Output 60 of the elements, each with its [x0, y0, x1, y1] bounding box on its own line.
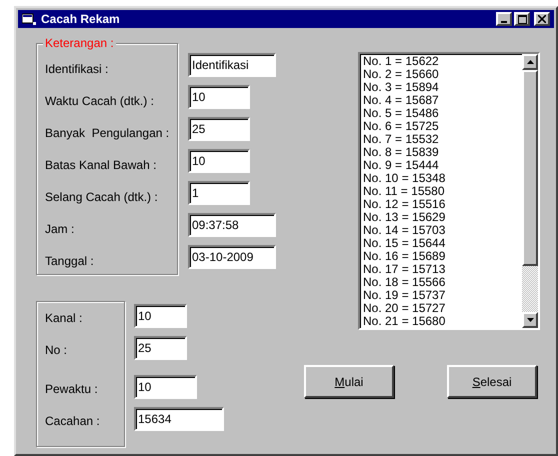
list-item[interactable]: No. 10 = 15348: [363, 172, 522, 185]
input-field[interactable]: 10: [134, 375, 197, 399]
list-item[interactable]: No. 8 = 15839: [363, 146, 522, 159]
input-field[interactable]: 15634: [134, 407, 224, 431]
field-label: Pewaktu :: [45, 382, 98, 396]
input-field[interactable]: 25: [134, 336, 187, 360]
field-label: Selang Cacah (dtk.) :: [45, 190, 158, 204]
group-legend: Keterangan :: [43, 36, 116, 50]
input-field[interactable]: 10: [134, 304, 187, 328]
field-label: Tanggal :: [45, 254, 94, 268]
list-item[interactable]: No. 11 = 15580: [363, 185, 522, 198]
list-item[interactable]: No. 9 = 15444: [363, 159, 522, 172]
list-item[interactable]: No. 12 = 15516: [363, 198, 522, 211]
command-button[interactable]: Selesai: [447, 365, 537, 398]
list-item[interactable]: No. 6 = 15725: [363, 120, 522, 133]
maximize-button[interactable]: [514, 12, 530, 26]
input-field[interactable]: 09:37:58: [188, 213, 276, 237]
field-label: Batas Kanal Bawah :: [45, 158, 156, 172]
up-arrow-icon: [526, 60, 534, 64]
list-item[interactable]: No. 15 = 15644: [363, 237, 522, 250]
list-item[interactable]: No. 3 = 15894: [363, 81, 522, 94]
field-label: Cacahan :: [45, 414, 100, 428]
down-arrow-icon: [526, 318, 534, 322]
field-label: No :: [45, 343, 68, 357]
field-label: Identifikasi :: [45, 62, 108, 76]
window-icon: [22, 13, 36, 25]
input-field[interactable]: 10: [188, 149, 250, 173]
list-item[interactable]: No. 20 = 15727: [363, 302, 522, 315]
input-field[interactable]: Identifikasi: [188, 53, 276, 77]
list-item[interactable]: No. 17 = 15713: [363, 263, 522, 276]
scroll-up-button[interactable]: [522, 54, 538, 70]
input-field[interactable]: 1: [188, 181, 250, 205]
list-item[interactable]: No. 7 = 15532: [363, 133, 522, 146]
list-item[interactable]: No. 2 = 15660: [363, 68, 522, 81]
list-box[interactable]: [358, 52, 540, 330]
list-item[interactable]: No. 16 = 15689: [363, 250, 522, 263]
scroll-down-button[interactable]: [522, 312, 538, 328]
close-button[interactable]: [534, 12, 550, 26]
list-item[interactable]: No. 5 = 15486: [363, 107, 522, 120]
list-item[interactable]: No. 14 = 15703: [363, 224, 522, 237]
maximize-icon: [518, 14, 526, 24]
input-field[interactable]: 03-10-2009: [188, 245, 276, 269]
window-title: Cacah Rekam: [41, 12, 120, 26]
command-button[interactable]: Mulai: [304, 365, 394, 398]
input-field[interactable]: 25: [188, 117, 250, 141]
close-icon: [538, 15, 546, 23]
minimize-button[interactable]: [496, 12, 512, 26]
list-item[interactable]: No. 21 = 15680: [363, 315, 522, 328]
scrollbar[interactable]: [522, 54, 538, 328]
scroll-thumb[interactable]: [522, 70, 538, 266]
list-item[interactable]: No. 4 = 15687: [363, 94, 522, 107]
list-item[interactable]: No. 13 = 15629: [363, 211, 522, 224]
list-item[interactable]: No. 1 = 15622: [363, 55, 522, 68]
field-label: Kanal :: [45, 311, 82, 325]
field-label: Waktu Cacah (dtk.) :: [45, 94, 154, 108]
input-field[interactable]: 10: [188, 85, 250, 109]
field-label: Jam :: [45, 222, 74, 236]
field-label: Banyak Pengulangan :: [45, 126, 170, 140]
list-item[interactable]: No. 19 = 15737: [363, 289, 522, 302]
list-item[interactable]: No. 18 = 15566: [363, 276, 522, 289]
